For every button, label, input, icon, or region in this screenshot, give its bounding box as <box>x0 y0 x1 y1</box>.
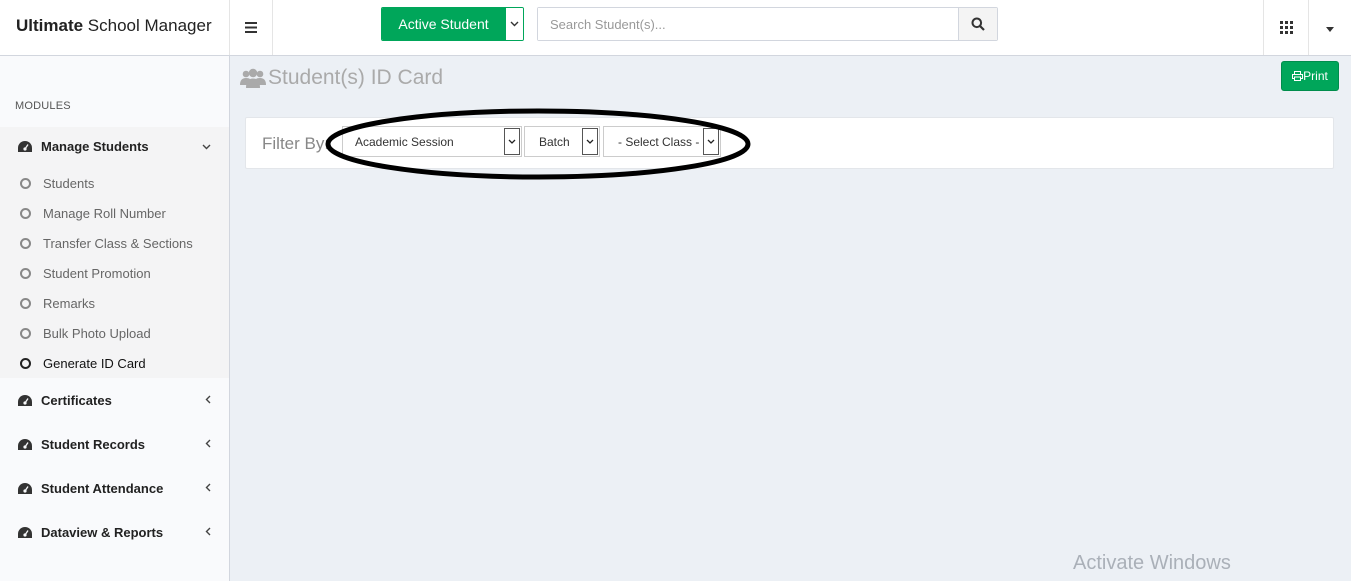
chevron-left-icon <box>205 393 211 407</box>
sidebar-item-label: Certificates <box>41 392 112 408</box>
circle-icon <box>20 177 31 189</box>
sidebar-item-student-records[interactable]: Student Records <box>0 422 229 466</box>
users-icon <box>240 68 266 88</box>
sidebar-subitem-generate-id-card[interactable]: Generate ID Card <box>0 349 229 377</box>
print-label: Print <box>1303 69 1328 83</box>
apps-grid-button[interactable] <box>1263 0 1308 55</box>
sidebar-subitem-label: Student Promotion <box>43 265 151 281</box>
circle-icon <box>20 237 31 249</box>
sidebar-subitem-label: Bulk Photo Upload <box>43 325 151 341</box>
active-student-label[interactable]: Active Student <box>382 8 505 40</box>
student-search <box>537 7 998 41</box>
circle-icon <box>20 297 31 309</box>
sidebar-subitem-label: Transfer Class & Sections <box>43 235 193 251</box>
chevron-left-icon <box>205 525 211 539</box>
sidebar-subitem-remarks[interactable]: Remarks <box>0 289 229 317</box>
chevron-left-icon <box>205 481 211 495</box>
dashboard-icon <box>18 482 32 494</box>
sidebar-subitem-manage-roll-number[interactable]: Manage Roll Number <box>0 199 229 227</box>
hamburger-icon <box>245 22 257 33</box>
circle-icon <box>20 357 31 369</box>
sidebar-subitem-label: Students <box>43 175 95 191</box>
grid-icon <box>1279 21 1293 34</box>
sidebar-item-label: Student Attendance <box>41 480 164 496</box>
sidebar: MODULES Manage Students Students Manage … <box>0 56 230 581</box>
filter-label: Filter By: <box>262 134 330 153</box>
sidebar-item-label: Student Records <box>41 436 146 452</box>
chevron-down-icon <box>202 139 211 153</box>
brand-rest: School Manager <box>83 16 212 35</box>
page-title-text: Student(s) ID Card <box>268 66 444 89</box>
dashboard-icon <box>18 438 32 450</box>
user-menu-button[interactable] <box>1308 0 1351 55</box>
sidebar-item-certificates[interactable]: Certificates <box>0 378 229 422</box>
circle-icon <box>20 327 31 339</box>
app-logo[interactable]: Ultimate School Manager <box>0 0 230 55</box>
search-input[interactable] <box>538 8 958 40</box>
sidebar-item-manage-students[interactable]: Manage Students <box>0 124 229 168</box>
sidebar-subitem-label: Remarks <box>43 295 96 311</box>
brand-bold: Ultimate <box>16 16 84 35</box>
dashboard-icon <box>18 394 32 406</box>
chevron-left-icon <box>205 437 211 451</box>
chevron-down-icon[interactable] <box>505 8 523 40</box>
sidebar-toggle-button[interactable] <box>230 0 273 55</box>
print-icon <box>1292 71 1304 81</box>
page-title: Student(s) ID Card <box>240 66 443 90</box>
caret-down-icon <box>1326 26 1334 32</box>
sidebar-subitem-transfer-class[interactable]: Transfer Class & Sections <box>0 229 229 257</box>
circle-icon <box>20 267 31 279</box>
sidebar-subitem-students[interactable]: Students <box>0 169 229 197</box>
dashboard-icon <box>18 526 32 538</box>
top-navbar: Ultimate School Manager Active Student <box>0 0 1351 56</box>
circle-icon <box>20 207 31 219</box>
print-button[interactable]: Print <box>1281 61 1339 91</box>
sidebar-item-label: Dataview & Reports <box>41 524 164 540</box>
sidebar-subitem-student-promotion[interactable]: Student Promotion <box>0 259 229 287</box>
modules-header: MODULES <box>15 100 71 112</box>
sidebar-subitem-bulk-photo-upload[interactable]: Bulk Photo Upload <box>0 319 229 347</box>
activate-windows-watermark: Activate Windows <box>1073 552 1231 574</box>
sidebar-subitem-label: Manage Roll Number <box>43 205 166 221</box>
annotation-ellipse <box>325 108 751 180</box>
sidebar-item-student-attendance[interactable]: Student Attendance <box>0 466 229 510</box>
sidebar-subitem-label: Generate ID Card <box>43 355 146 371</box>
sidebar-item-label: Manage Students <box>41 138 149 154</box>
search-icon <box>971 17 985 31</box>
sidebar-item-dataview-reports[interactable]: Dataview & Reports <box>0 510 229 554</box>
search-button[interactable] <box>958 8 997 40</box>
active-student-dropdown[interactable]: Active Student <box>381 7 524 41</box>
dashboard-icon <box>18 140 32 152</box>
